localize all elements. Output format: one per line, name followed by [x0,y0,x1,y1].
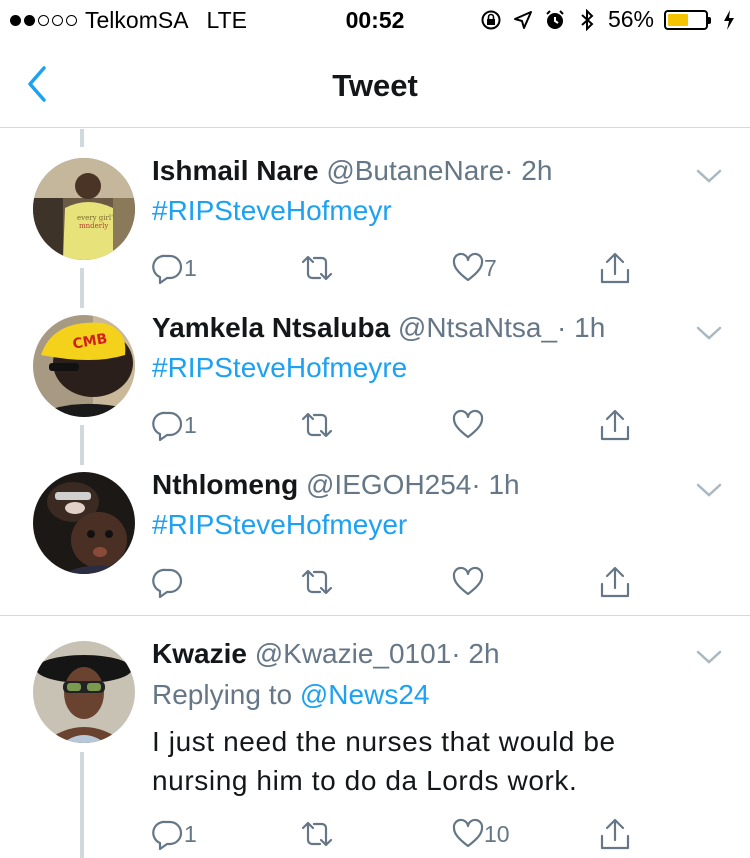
svg-text:every girl's: every girl's [77,214,117,222]
like-button[interactable] [452,566,484,598]
tweet-item[interactable]: Nthlomeng @IEGOH254· 1h #RIPSteveHofmeye… [0,466,750,616]
heart-icon [452,409,484,439]
user-handle[interactable]: @Kwazie_0101 [255,638,452,669]
charging-bolt-icon [718,9,740,31]
reply-icon [152,411,183,441]
retweet-button[interactable] [299,409,335,441]
tweet-options-button[interactable] [694,480,724,500]
like-button[interactable]: 10 [452,818,510,850]
retweet-icon [301,255,333,281]
reply-count: 1 [184,411,197,438]
tweet-text-line: I just need the nurses that would be [152,726,616,757]
tweet-time: · 2h [451,638,500,669]
battery-percent: 56% [607,6,654,32]
divider [0,615,750,616]
tweet-time: · 1h [557,312,606,343]
retweet-button[interactable] [299,818,335,850]
hashtag-link[interactable]: #RIPSteveHofmeyr [152,195,392,227]
display-name[interactable]: Nthlomeng [152,469,298,500]
tweet-actions: 1 7 [152,252,652,288]
replying-to: Replying to @News24 [152,679,429,711]
user-handle[interactable]: @IEGOH254 [306,469,471,500]
chevron-down-icon [696,483,722,497]
battery-icon [664,9,711,30]
display-name[interactable]: Yamkela Ntsaluba [152,312,390,343]
tweet-header: Yamkela Ntsaluba @NtsaNtsa_· 1h [152,312,605,344]
tweet-options-button[interactable] [694,166,724,186]
reply-button[interactable]: 1 [152,409,197,441]
page-title: Tweet [332,68,418,103]
share-icon [600,409,630,441]
like-button[interactable]: 7 [452,252,497,284]
tweet-item[interactable]: Kwazie @Kwazie_0101· 2h Replying to @New… [0,635,750,858]
share-button[interactable] [598,409,632,443]
tweet-text-line: nursing him to do da Lords work. [152,765,578,796]
chevron-down-icon [696,650,722,664]
avatar[interactable] [33,472,135,574]
reply-count: 1 [184,820,197,847]
tweet-header: Kwazie @Kwazie_0101· 2h [152,638,500,670]
avatar[interactable] [33,641,135,743]
tweet-item[interactable]: every girl's mnderly Ishmail Nare @Butan… [0,152,750,302]
status-right: 56% [480,6,740,33]
location-arrow-icon [512,9,534,31]
tweet-actions: 1 [152,409,652,445]
hashtag-link[interactable]: #RIPSteveHofmeyre [152,352,407,384]
reply-icon [152,254,183,284]
tweet-time: · 2h [504,155,553,186]
status-bar: TelkomSA LTE 00:52 56% [0,0,750,40]
display-name[interactable]: Ishmail Nare [152,155,319,186]
retweet-icon [301,412,333,438]
user-handle[interactable]: @NtsaNtsa_ [398,312,557,343]
avatar[interactable]: every girl's mnderly [33,158,135,260]
tweet-time: · 1h [471,469,520,500]
rotation-lock-icon [480,9,502,31]
reply-button[interactable]: 1 [152,818,197,850]
tweet-header: Nthlomeng @IEGOH254· 1h [152,469,520,501]
tweet-item[interactable]: CMB Yamkela Ntsaluba @NtsaNtsa_· 1h #RIP… [0,309,750,459]
chevron-down-icon [696,326,722,340]
like-count: 7 [484,254,497,281]
mention-link[interactable]: @News24 [300,679,430,710]
alarm-icon [544,9,566,31]
heart-icon [452,818,484,848]
share-icon [600,252,630,284]
tweet-actions: 1 10 [152,818,652,854]
thread-connector [80,129,84,147]
user-handle[interactable]: @ButaneNare [326,155,504,186]
like-button[interactable] [452,409,484,441]
avatar[interactable]: CMB [33,315,135,417]
reply-count: 1 [184,254,197,281]
reply-button[interactable] [152,566,184,598]
display-name[interactable]: Kwazie [152,638,247,669]
reply-icon [152,568,183,598]
bluetooth-icon [576,8,598,31]
share-icon [600,566,630,598]
retweet-button[interactable] [299,252,335,284]
retweet-icon [301,569,333,595]
heart-icon [452,252,484,282]
nav-bar: Tweet [0,40,750,128]
reply-icon [152,820,183,850]
share-button[interactable] [598,252,632,286]
share-button[interactable] [598,566,632,600]
retweet-button[interactable] [299,566,335,598]
reply-button[interactable]: 1 [152,252,197,284]
hashtag-link[interactable]: #RIPSteveHofmeyer [152,509,407,541]
replying-to-label: Replying to [152,679,293,710]
chevron-down-icon [696,169,722,183]
heart-icon [452,566,484,596]
tweet-actions [152,566,652,602]
tweet-text: I just need the nurses that would be nur… [152,722,616,800]
tweet-options-button[interactable] [694,323,724,343]
share-button[interactable] [598,818,632,852]
retweet-icon [301,821,333,847]
tweet-options-button[interactable] [694,647,724,667]
like-count: 10 [484,820,510,847]
share-icon [600,818,630,850]
tweet-header: Ishmail Nare @ButaneNare· 2h [152,155,552,187]
svg-text:mnderly: mnderly [79,222,108,230]
